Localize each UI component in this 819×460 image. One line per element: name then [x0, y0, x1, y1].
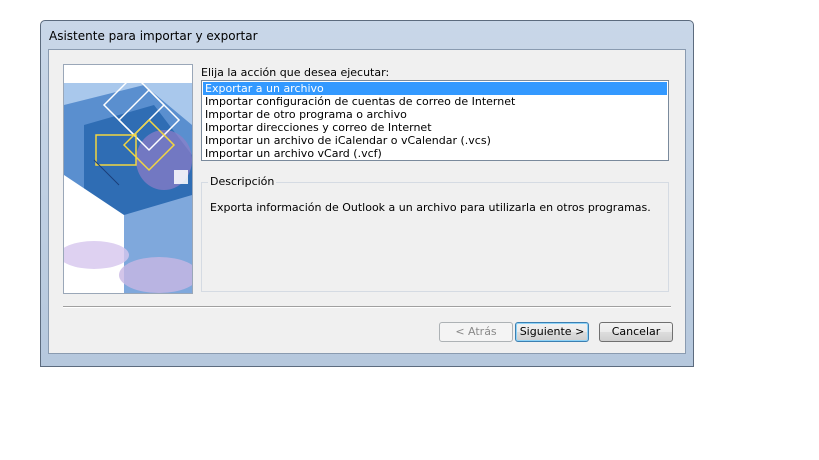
next-button[interactable]: Siguiente > — [515, 322, 589, 342]
wizard-window: Asistente para importar y exportar Elija… — [40, 20, 694, 367]
window-title: Asistente para importar y exportar — [49, 29, 258, 43]
list-item[interactable]: Importar configuración de cuentas de cor… — [203, 95, 667, 108]
description-text: Exporta información de Outlook a un arch… — [210, 201, 651, 214]
wizard-decorative-image — [63, 64, 193, 294]
list-item[interactable]: Exportar a un archivo — [203, 82, 667, 95]
action-prompt: Elija la acción que desea ejecutar: — [201, 66, 390, 79]
divider — [63, 306, 671, 308]
cancel-button[interactable]: Cancelar — [599, 322, 673, 342]
action-listbox[interactable]: Exportar a un archivo Importar configura… — [201, 80, 669, 161]
description-label: Descripción — [208, 175, 277, 188]
title-bar[interactable]: Asistente para importar y exportar — [41, 21, 693, 49]
list-item[interactable]: Importar direcciones y correo de Interne… — [203, 121, 667, 134]
list-item[interactable]: Importar un archivo vCard (.vcf) — [203, 147, 667, 160]
back-button[interactable]: < Atrás — [439, 322, 513, 342]
dialog-content: Elija la acción que desea ejecutar: Expo… — [48, 49, 686, 354]
list-item[interactable]: Importar de otro programa o archivo — [203, 108, 667, 121]
list-item[interactable]: Importar un archivo de iCalendar o vCale… — [203, 134, 667, 147]
description-group: Descripción Exporta información de Outlo… — [201, 175, 669, 292]
